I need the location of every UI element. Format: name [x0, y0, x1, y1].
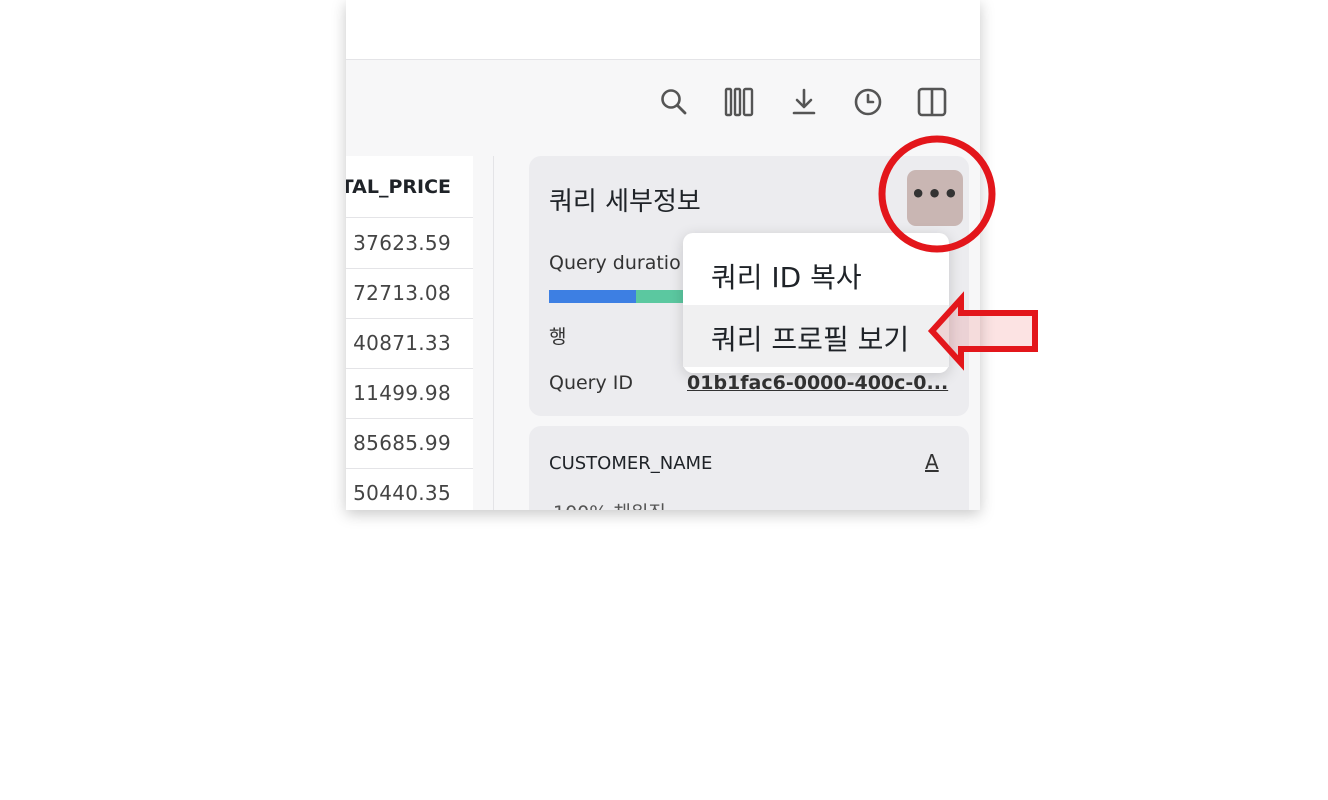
- more-options-button[interactable]: •••: [907, 170, 963, 226]
- table-cell[interactable]: 72713.08: [346, 268, 473, 319]
- cell-value: 72713.08: [353, 281, 451, 305]
- column-header-label: TAL_PRICE: [346, 176, 451, 198]
- top-bar: [346, 0, 980, 60]
- cell-value: 85685.99: [353, 431, 451, 455]
- table-cell[interactable]: 11499.98: [346, 368, 473, 419]
- history-icon[interactable]: [852, 86, 884, 118]
- column-stats-name: CUSTOMER_NAME: [549, 453, 713, 474]
- panel-toggle-icon[interactable]: [916, 86, 948, 118]
- table-cell[interactable]: 50440.35: [346, 468, 473, 510]
- more-options-menu: 쿼리 ID 복사 쿼리 프로필 보기: [683, 233, 949, 373]
- download-icon[interactable]: [788, 86, 820, 118]
- query-id-link[interactable]: 01b1fac6-0000-400c-0...: [687, 372, 948, 394]
- table-cell[interactable]: 37623.59: [346, 218, 473, 269]
- query-duration-bar: [549, 290, 689, 303]
- duration-segment-green: [635, 290, 689, 303]
- cell-value: 40871.33: [353, 331, 451, 355]
- menu-item-view-query-profile[interactable]: 쿼리 프로필 보기: [683, 305, 949, 367]
- cell-value: 11499.98: [353, 381, 451, 405]
- cell-value: 37623.59: [353, 231, 451, 255]
- table-cell[interactable]: 40871.33: [346, 318, 473, 369]
- search-icon[interactable]: [658, 86, 690, 118]
- columns-icon[interactable]: [723, 86, 755, 118]
- query-details-title: 쿼리 세부정보: [549, 187, 701, 217]
- ellipsis-icon: •••: [910, 180, 960, 208]
- panel-divider[interactable]: [493, 156, 494, 510]
- column-header[interactable]: TAL_PRICE: [346, 156, 473, 218]
- table-cell[interactable]: 85685.99: [346, 418, 473, 469]
- query-duration-label: Query duratio: [549, 252, 681, 274]
- menu-item-copy-query-id[interactable]: 쿼리 ID 복사: [683, 243, 949, 305]
- column-stats-card[interactable]: CUSTOMER_NAME A 100% 채워짐: [529, 426, 969, 510]
- duration-segment-blue: [549, 290, 636, 303]
- rows-label: 행: [549, 326, 567, 348]
- menu-item-label: 쿼리 프로필 보기: [711, 323, 910, 356]
- filled-percent-label: 100% 채워짐: [553, 498, 666, 510]
- app-window: TAL_PRICE 37623.59 72713.08 40871.33 114…: [346, 0, 980, 510]
- text-type-icon: A: [925, 450, 939, 474]
- results-toolbar: [346, 60, 980, 140]
- results-table-column: TAL_PRICE 37623.59 72713.08 40871.33 114…: [346, 156, 473, 510]
- cell-value: 50440.35: [353, 481, 451, 505]
- menu-item-label: 쿼리 ID 복사: [711, 261, 862, 294]
- query-id-label: Query ID: [549, 372, 634, 394]
